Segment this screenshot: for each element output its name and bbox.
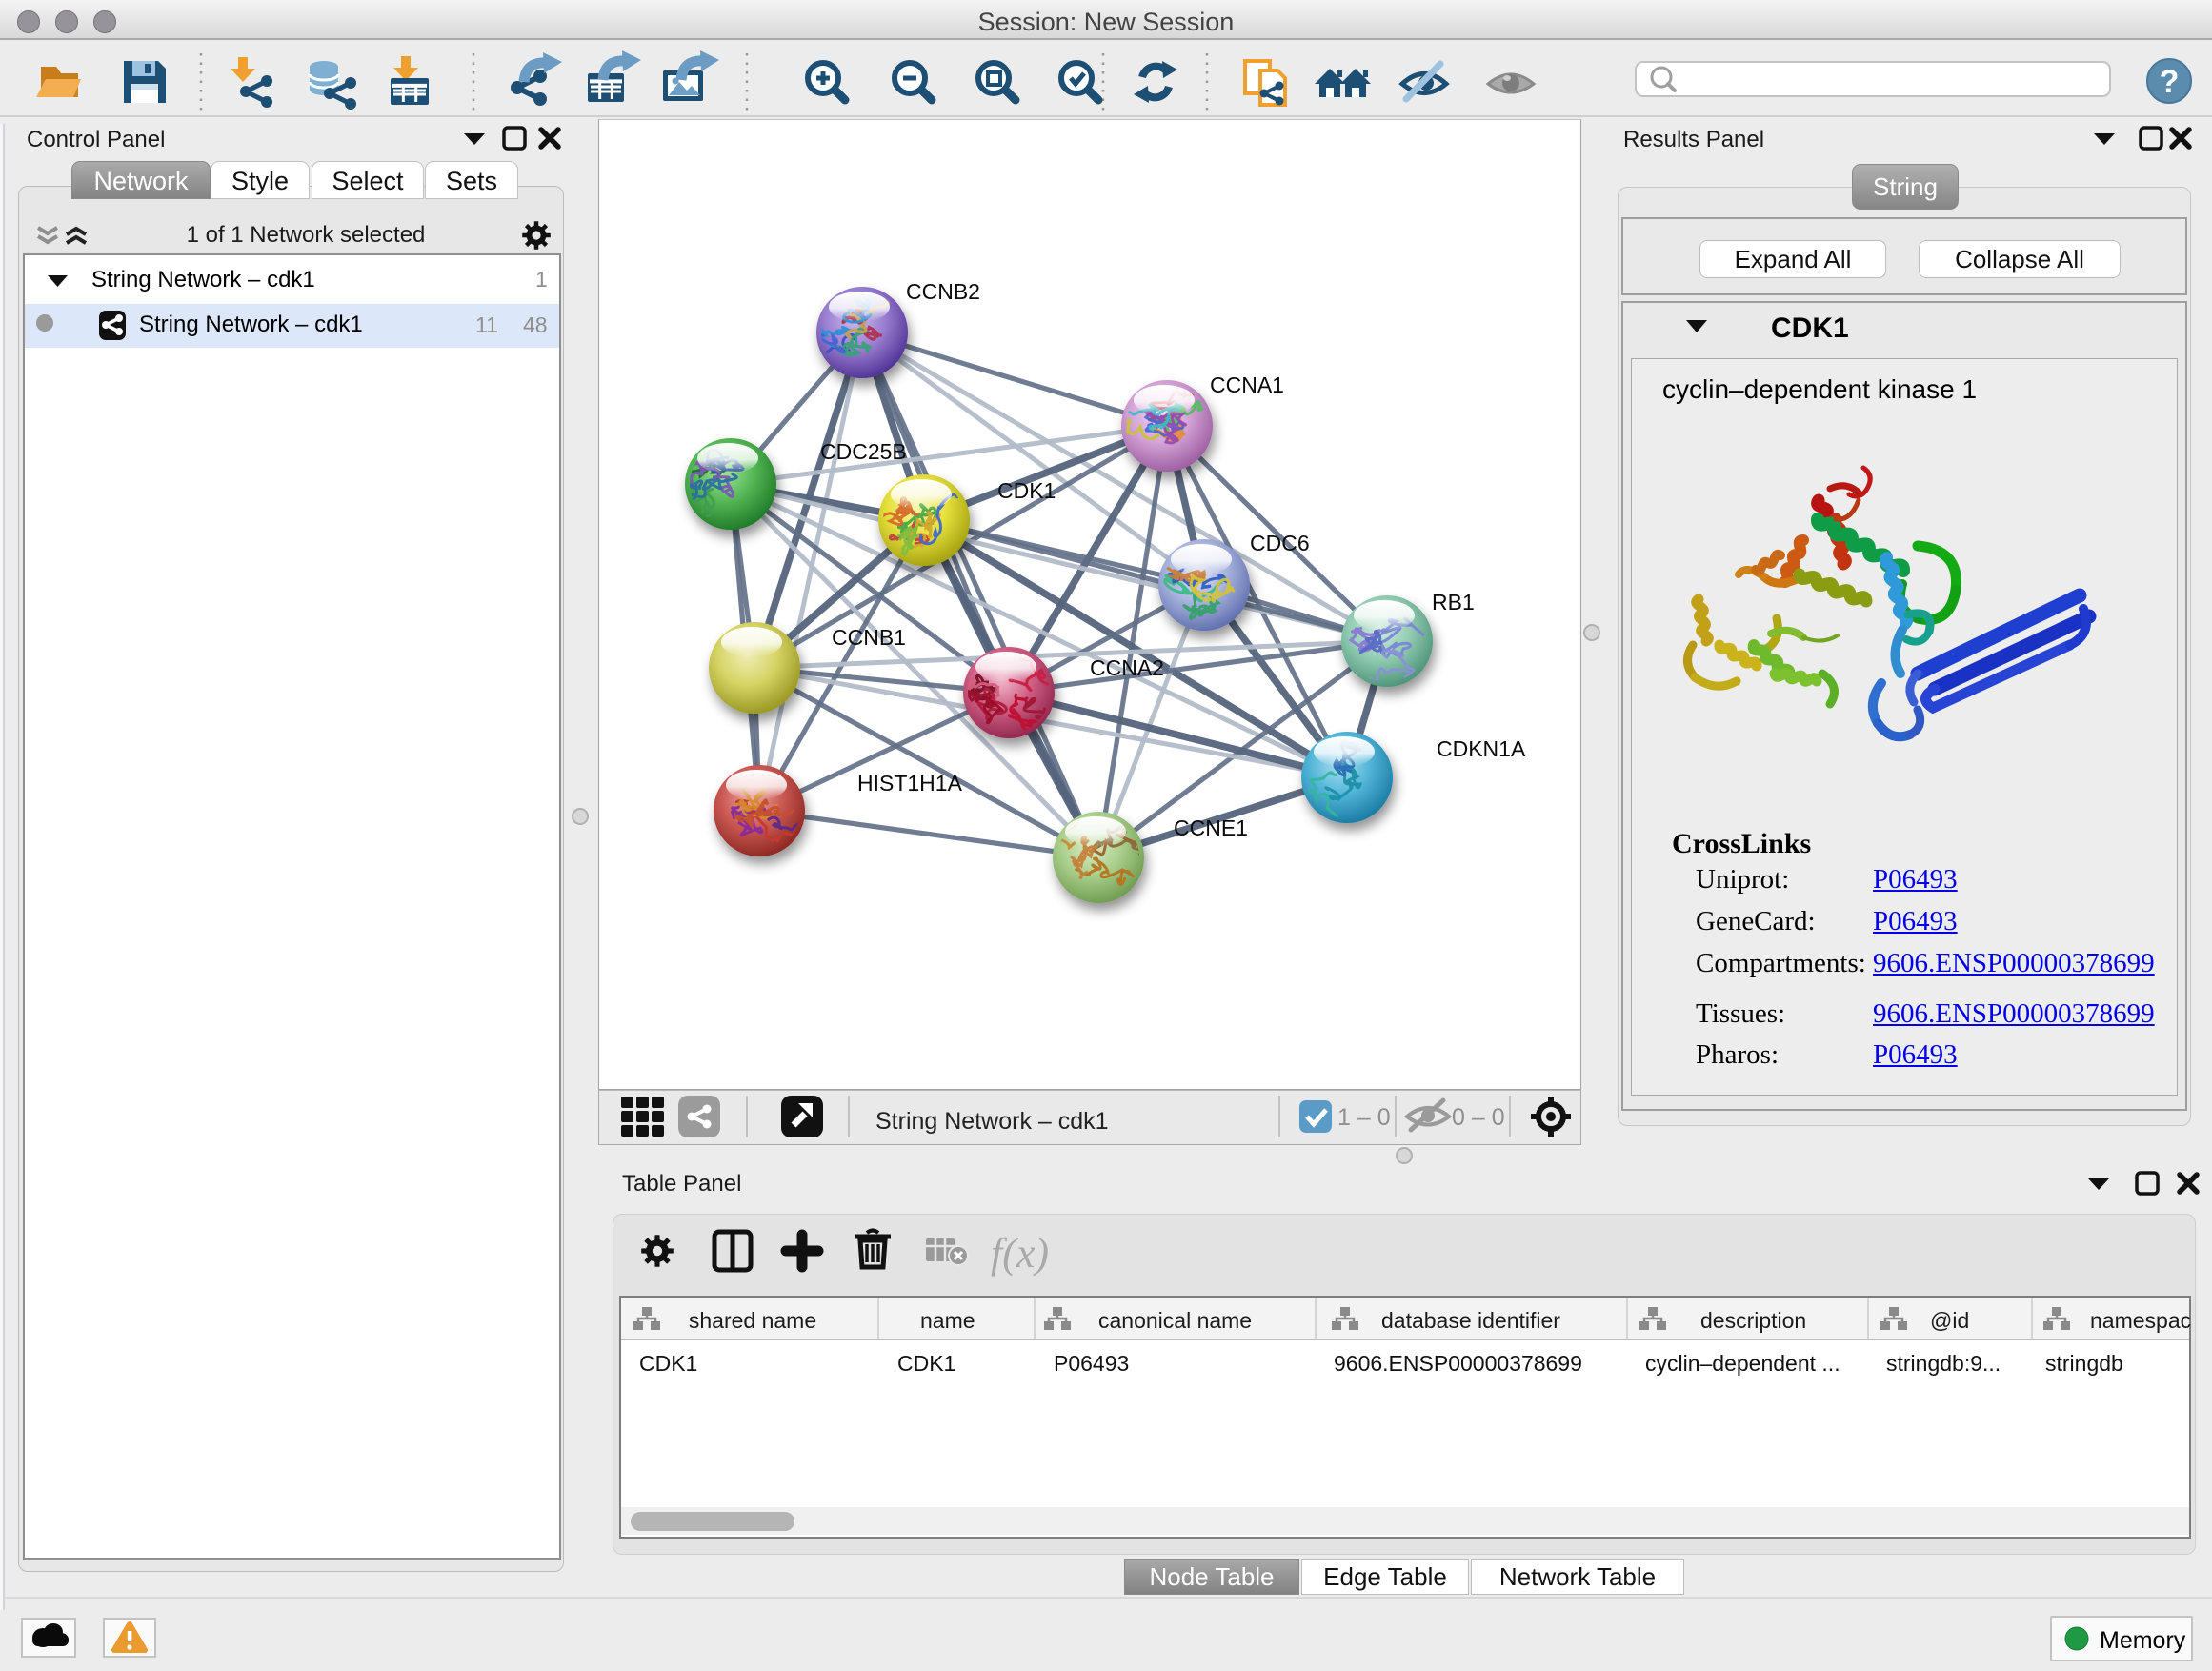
svg-text:CDC25B: CDC25B [820, 439, 907, 464]
svg-text:CCNB2: CCNB2 [906, 279, 980, 304]
svg-text:CCNA2: CCNA2 [1090, 655, 1164, 680]
svg-text:CDC6: CDC6 [1250, 531, 1310, 555]
svg-text:CDKN1A: CDKN1A [1437, 736, 1526, 761]
svg-text:RB1: RB1 [1432, 590, 1475, 614]
svg-text:HIST1H1A: HIST1H1A [857, 771, 963, 795]
svg-text:CCNB1: CCNB1 [832, 625, 906, 650]
svg-text:CCNE1: CCNE1 [1174, 815, 1248, 840]
svg-text:CCNA1: CCNA1 [1210, 372, 1284, 397]
svg-text:CDK1: CDK1 [997, 478, 1056, 503]
svg-text:?: ? [2160, 64, 2180, 100]
